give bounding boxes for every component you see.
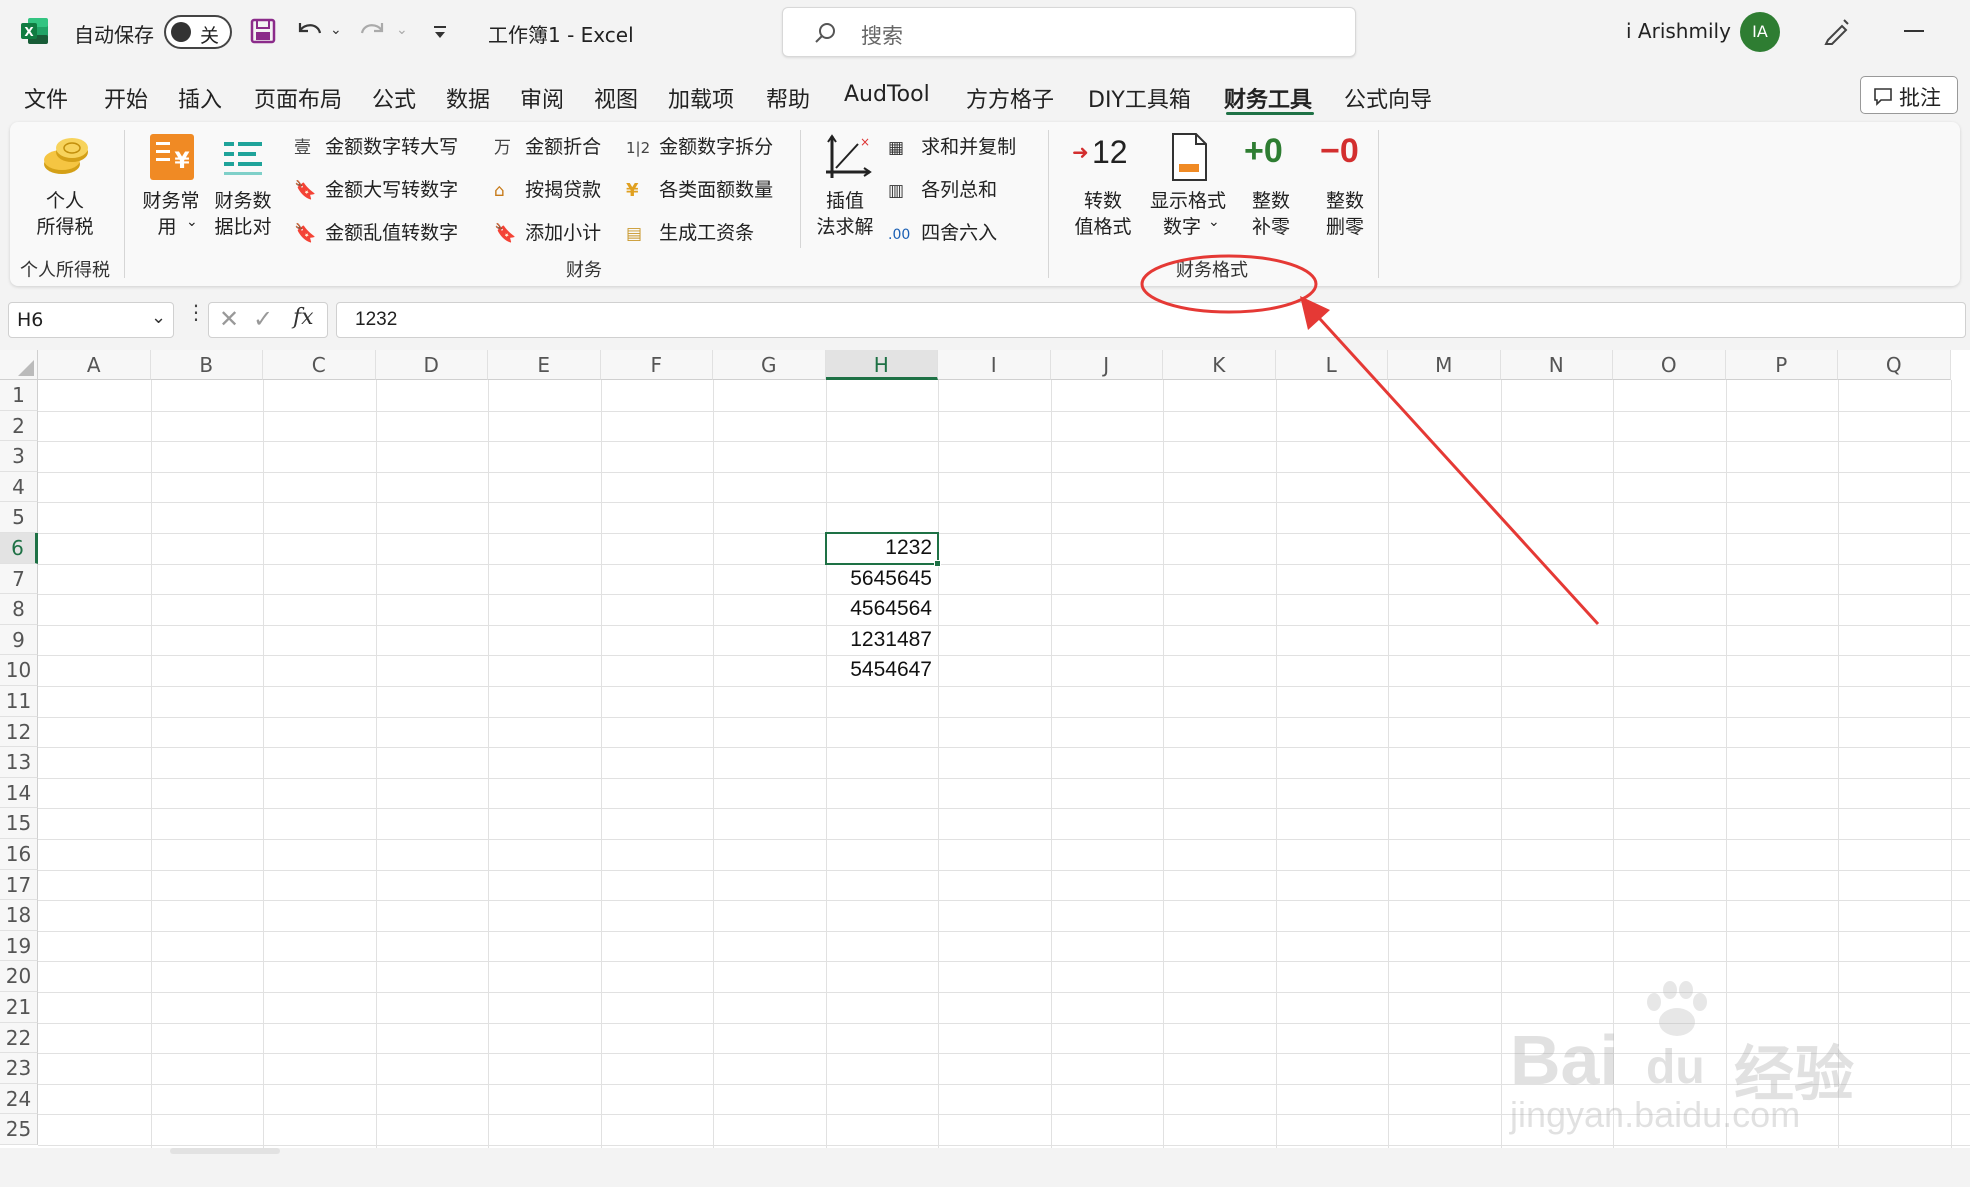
watermark-brand: Bai (1510, 1021, 1619, 1099)
paw-icon (1640, 980, 1710, 1040)
status-bar (0, 1148, 1970, 1187)
watermark-brand2: du (1646, 1041, 1705, 1094)
annotation-arrow-line (1308, 306, 1600, 626)
baidu-watermark: Bai du 经验 jingyan.baidu.com (1510, 980, 1930, 1140)
watermark-url: jingyan.baidu.com (1510, 1094, 1801, 1135)
annotation-ellipse (1140, 254, 1318, 314)
horizontal-scrollbar[interactable] (170, 1148, 280, 1154)
